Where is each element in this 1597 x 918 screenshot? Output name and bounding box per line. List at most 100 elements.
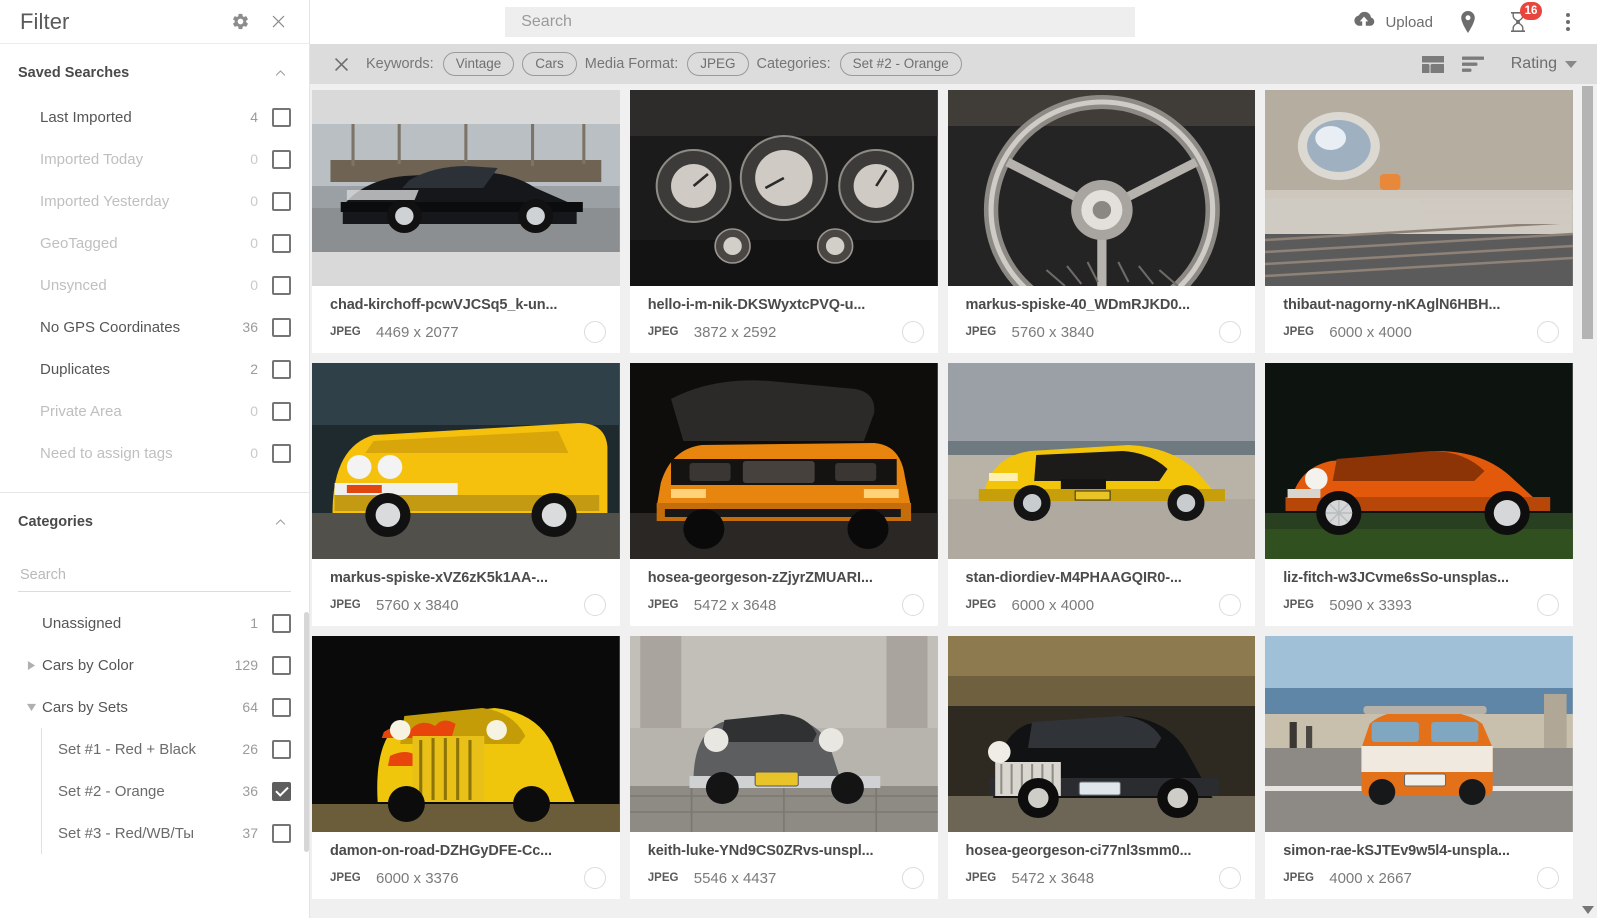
rating-indicator[interactable] bbox=[1537, 867, 1559, 889]
saved-search-row[interactable]: No GPS Coordinates 36 bbox=[0, 306, 309, 348]
sidebar-scrollbar-thumb[interactable] bbox=[304, 612, 309, 852]
filter-chip-set-2-orange[interactable]: Set #2 - Orange bbox=[840, 52, 962, 76]
grid-view-icon[interactable] bbox=[1417, 49, 1449, 79]
filter-chip-vintage[interactable]: Vintage bbox=[443, 52, 515, 76]
chevron-right-icon[interactable] bbox=[22, 660, 40, 671]
photo-thumbnail[interactable] bbox=[630, 636, 938, 832]
sort-descending-icon[interactable] bbox=[1457, 49, 1489, 79]
photo-thumbnail[interactable] bbox=[948, 363, 1256, 559]
saved-search-checkbox[interactable] bbox=[272, 150, 291, 169]
gear-icon[interactable] bbox=[227, 9, 253, 35]
saved-search-checkbox[interactable] bbox=[272, 234, 291, 253]
category-row-set-1[interactable]: Set #1 - Red + Black 26 bbox=[0, 728, 309, 770]
photo-card[interactable]: chad-kirchoff-pcwVJCSq5_k-un... JPEG 446… bbox=[312, 90, 620, 353]
rating-indicator[interactable] bbox=[584, 867, 606, 889]
photo-card[interactable]: markus-spiske-40_WDmRJKD0... JPEG 5760 x… bbox=[948, 90, 1256, 353]
saved-searches-header[interactable]: Saved Searches bbox=[0, 44, 309, 96]
category-row-cars-by-color[interactable]: Cars by Color 129 bbox=[0, 644, 309, 686]
rating-indicator[interactable] bbox=[902, 321, 924, 343]
photo-thumbnail[interactable] bbox=[630, 363, 938, 559]
saved-search-row[interactable]: Last Imported 4 bbox=[0, 96, 309, 138]
close-icon[interactable] bbox=[265, 9, 291, 35]
category-checkbox[interactable] bbox=[272, 824, 291, 843]
photo-card[interactable]: markus-spiske-xVZ6zK5k1AA-... JPEG 5760 … bbox=[312, 363, 620, 626]
saved-search-row[interactable]: Unsynced 0 bbox=[0, 264, 309, 306]
saved-search-checkbox[interactable] bbox=[272, 318, 291, 337]
rating-indicator[interactable] bbox=[902, 867, 924, 889]
saved-search-row[interactable]: GeoTagged 0 bbox=[0, 222, 309, 264]
category-label: Cars by Sets bbox=[40, 699, 242, 716]
photo-thumbnail[interactable] bbox=[312, 363, 620, 559]
rating-indicator[interactable] bbox=[1219, 867, 1241, 889]
saved-search-row[interactable]: Duplicates 2 bbox=[0, 348, 309, 390]
photo-card[interactable]: hosea-georgeson-zZjyrZMUARI... JPEG 5472… bbox=[630, 363, 938, 626]
photo-thumbnail[interactable] bbox=[1265, 636, 1573, 832]
search-box[interactable] bbox=[505, 7, 1135, 37]
saved-search-label: Imported Yesterday bbox=[40, 193, 250, 210]
photo-card[interactable]: liz-fitch-w3JCvme6sSo-unsplas... JPEG 50… bbox=[1265, 363, 1573, 626]
filter-chip-cars[interactable]: Cars bbox=[522, 52, 577, 76]
category-row-unassigned[interactable]: Unassigned 1 bbox=[0, 602, 309, 644]
grid-scrollbar-thumb[interactable] bbox=[1582, 86, 1593, 339]
saved-search-checkbox[interactable] bbox=[272, 108, 291, 127]
saved-search-row[interactable]: Need to assign tags 0 bbox=[0, 432, 309, 474]
clear-filters-close-icon[interactable] bbox=[328, 51, 354, 77]
category-checkbox[interactable] bbox=[272, 740, 291, 759]
saved-search-checkbox[interactable] bbox=[272, 444, 291, 463]
saved-search-row[interactable]: Imported Today 0 bbox=[0, 138, 309, 180]
category-row-cars-by-sets[interactable]: Cars by Sets 64 bbox=[0, 686, 309, 728]
photo-card[interactable]: hello-i-m-nik-DKSWyxtcPVQ-u... JPEG 3872… bbox=[630, 90, 938, 353]
saved-search-checkbox[interactable] bbox=[272, 402, 291, 421]
photo-card[interactable]: hosea-georgeson-ci77nl3smm0... JPEG 5472… bbox=[948, 636, 1256, 899]
category-checkbox[interactable] bbox=[272, 698, 291, 717]
sidebar-header: Filter bbox=[0, 0, 309, 44]
photo-thumbnail[interactable] bbox=[312, 636, 620, 832]
chevron-up-icon[interactable] bbox=[271, 64, 289, 82]
rating-indicator[interactable] bbox=[902, 594, 924, 616]
photo-grid-scroll-area[interactable]: chad-kirchoff-pcwVJCSq5_k-un... JPEG 446… bbox=[310, 84, 1597, 918]
filter-chip-jpeg[interactable]: JPEG bbox=[687, 52, 748, 76]
photo-card[interactable]: keith-luke-YNd9CS0ZRvs-unspl... JPEG 554… bbox=[630, 636, 938, 899]
saved-search-checkbox[interactable] bbox=[272, 276, 291, 295]
chevron-down-icon[interactable] bbox=[22, 703, 40, 712]
category-checkbox[interactable] bbox=[272, 656, 291, 675]
rating-indicator[interactable] bbox=[584, 594, 606, 616]
category-row-set-2[interactable]: Set #2 - Orange 36 bbox=[0, 770, 309, 812]
map-pin-icon[interactable] bbox=[1453, 7, 1483, 37]
rating-indicator[interactable] bbox=[1219, 321, 1241, 343]
saved-search-row[interactable]: Private Area 0 bbox=[0, 390, 309, 432]
category-row-set-3[interactable]: Set #3 - Red/WB/Ты 37 bbox=[0, 812, 309, 854]
hourglass-icon[interactable]: 16 bbox=[1503, 7, 1533, 37]
photo-thumbnail[interactable] bbox=[1265, 363, 1573, 559]
category-checkbox[interactable] bbox=[272, 614, 291, 633]
photo-card[interactable]: damon-on-road-DZHGyDFE-Cc... JPEG 6000 x… bbox=[312, 636, 620, 899]
photo-thumbnail[interactable] bbox=[948, 90, 1256, 286]
scroll-down-arrow-icon[interactable] bbox=[1582, 906, 1594, 914]
saved-search-checkbox[interactable] bbox=[272, 360, 291, 379]
category-search-input[interactable] bbox=[18, 561, 291, 592]
photo-card[interactable]: thibaut-nagorny-nKAglN6HBH... JPEG 6000 … bbox=[1265, 90, 1573, 353]
search-input[interactable] bbox=[521, 13, 1119, 31]
photo-thumbnail[interactable] bbox=[1265, 90, 1573, 286]
rating-indicator[interactable] bbox=[1537, 321, 1559, 343]
upload-label: Upload bbox=[1385, 14, 1433, 31]
photo-thumbnail[interactable] bbox=[312, 90, 620, 286]
saved-search-checkbox[interactable] bbox=[272, 192, 291, 211]
kebab-menu-icon[interactable] bbox=[1553, 7, 1583, 37]
photo-thumbnail[interactable] bbox=[948, 636, 1256, 832]
upload-button[interactable]: Upload bbox=[1352, 10, 1433, 34]
rating-indicator[interactable] bbox=[584, 321, 606, 343]
photo-card[interactable]: stan-diordiev-M4PHAAGQIR0-... JPEG 6000 … bbox=[948, 363, 1256, 626]
rating-indicator[interactable] bbox=[1537, 594, 1559, 616]
chevron-up-icon[interactable] bbox=[271, 513, 289, 531]
sort-field-dropdown[interactable]: Rating bbox=[1511, 55, 1577, 73]
categories-header[interactable]: Categories bbox=[0, 493, 309, 545]
category-checkbox[interactable] bbox=[272, 782, 291, 801]
saved-search-count: 0 bbox=[250, 445, 258, 461]
categories-list: Unassigned 1 Cars by Color 129 Cars by S… bbox=[0, 592, 309, 854]
photo-card[interactable]: simon-rae-kSJTEv9w5l4-unspla... JPEG 400… bbox=[1265, 636, 1573, 899]
photo-format: JPEG bbox=[1283, 599, 1329, 611]
photo-thumbnail[interactable] bbox=[630, 90, 938, 286]
saved-search-row[interactable]: Imported Yesterday 0 bbox=[0, 180, 309, 222]
rating-indicator[interactable] bbox=[1219, 594, 1241, 616]
